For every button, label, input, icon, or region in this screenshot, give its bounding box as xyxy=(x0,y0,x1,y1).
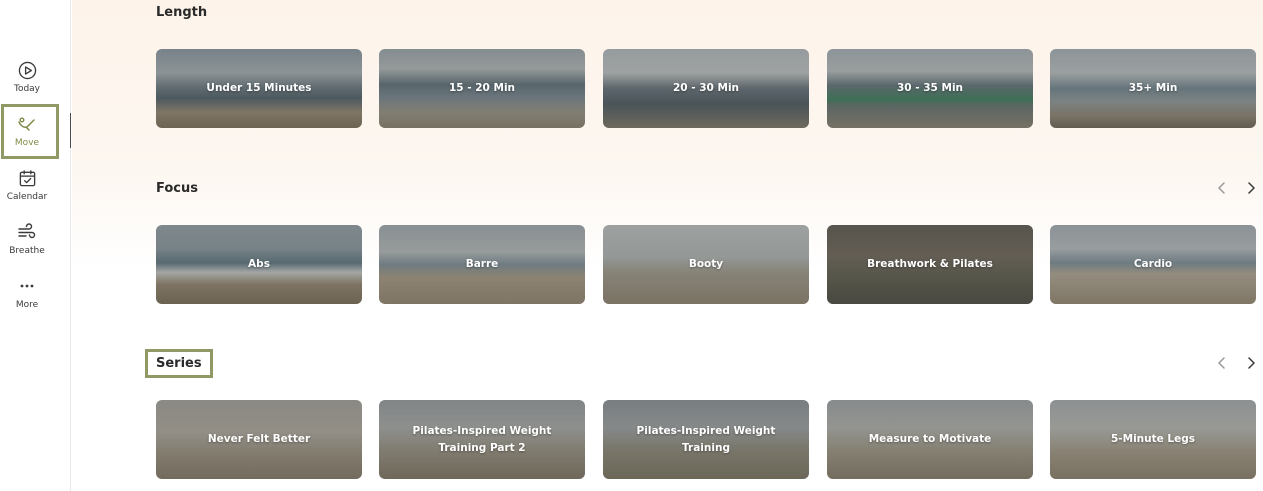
card-label: Never Felt Better xyxy=(207,433,311,446)
nav-label-more: More xyxy=(15,300,39,310)
focus-prev-arrow[interactable] xyxy=(1214,180,1230,196)
series-prev-arrow[interactable] xyxy=(1214,355,1230,371)
move-icon xyxy=(17,114,37,134)
card-label: Measure to Motivate xyxy=(868,433,992,446)
chevron-left-icon xyxy=(1217,354,1227,373)
card-label: Pilates-Inspired Weight Training Part 2 xyxy=(412,425,552,454)
length-card[interactable]: 30 - 35 Min xyxy=(827,49,1033,128)
card-label: 5-Minute Legs xyxy=(1110,433,1196,446)
focus-card[interactable]: Booty xyxy=(603,225,809,304)
focus-next-arrow[interactable] xyxy=(1243,180,1259,196)
card-label: Pilates-Inspired Weight Training xyxy=(636,425,776,454)
nav-label-today: Today xyxy=(13,84,41,94)
focus-card[interactable]: Cardio xyxy=(1050,225,1256,304)
card-label: Booty xyxy=(688,258,724,271)
focus-card[interactable]: Abs xyxy=(156,225,362,304)
active-indicator xyxy=(70,113,71,148)
nav-item-calendar[interactable]: Calendar xyxy=(0,158,54,212)
section-title-length: Length xyxy=(156,5,208,20)
length-card[interactable]: 35+ Min xyxy=(1050,49,1256,128)
chevron-left-icon xyxy=(1217,179,1227,198)
nav-item-move[interactable]: Move xyxy=(0,104,54,158)
nav-label-move: Move xyxy=(14,138,40,148)
wind-icon xyxy=(17,222,37,242)
series-card[interactable]: Measure to Motivate xyxy=(827,400,1033,479)
series-card[interactable]: 5-Minute Legs xyxy=(1050,400,1256,479)
section-title-focus: Focus xyxy=(156,181,198,196)
chevron-right-icon xyxy=(1246,354,1256,373)
card-label: Under 15 Minutes xyxy=(206,82,312,95)
card-label: 30 - 35 Min xyxy=(896,82,964,95)
length-card[interactable]: 20 - 30 Min xyxy=(603,49,809,128)
series-next-arrow[interactable] xyxy=(1243,355,1259,371)
card-label: 20 - 30 Min xyxy=(672,82,740,95)
series-card[interactable]: Pilates-Inspired Weight Training xyxy=(603,400,809,479)
nav-item-breathe[interactable]: Breathe xyxy=(0,212,54,266)
length-card[interactable]: Under 15 Minutes xyxy=(156,49,362,128)
nav-item-more[interactable]: More xyxy=(0,266,54,320)
card-label: Abs xyxy=(248,258,270,271)
focus-card[interactable]: Breathwork & Pilates xyxy=(827,225,1033,304)
chevron-right-icon xyxy=(1246,179,1256,198)
more-dots-icon xyxy=(17,276,37,296)
series-card[interactable]: Never Felt Better xyxy=(156,400,362,479)
main-content: Length Under 15 Minutes 15 - 20 Min 20 -… xyxy=(72,0,1263,491)
card-label: 15 - 20 Min xyxy=(448,82,516,95)
nav-item-today[interactable]: Today xyxy=(0,50,54,104)
series-card[interactable]: Pilates-Inspired Weight Training Part 2 xyxy=(379,400,585,479)
sidebar: Today Move Calendar Breathe More xyxy=(0,0,71,491)
card-label: Cardio xyxy=(1133,258,1173,271)
card-label: 35+ Min xyxy=(1128,82,1178,95)
focus-card[interactable]: Barre xyxy=(379,225,585,304)
length-card[interactable]: 15 - 20 Min xyxy=(379,49,585,128)
nav-label-breathe: Breathe xyxy=(9,246,45,256)
card-label: Barre xyxy=(465,258,499,271)
section-title-series: Series xyxy=(156,356,202,371)
play-circle-icon xyxy=(17,60,37,80)
nav-label-calendar: Calendar xyxy=(6,192,48,202)
calendar-check-icon xyxy=(17,168,37,188)
card-label: Breathwork & Pilates xyxy=(867,258,993,271)
